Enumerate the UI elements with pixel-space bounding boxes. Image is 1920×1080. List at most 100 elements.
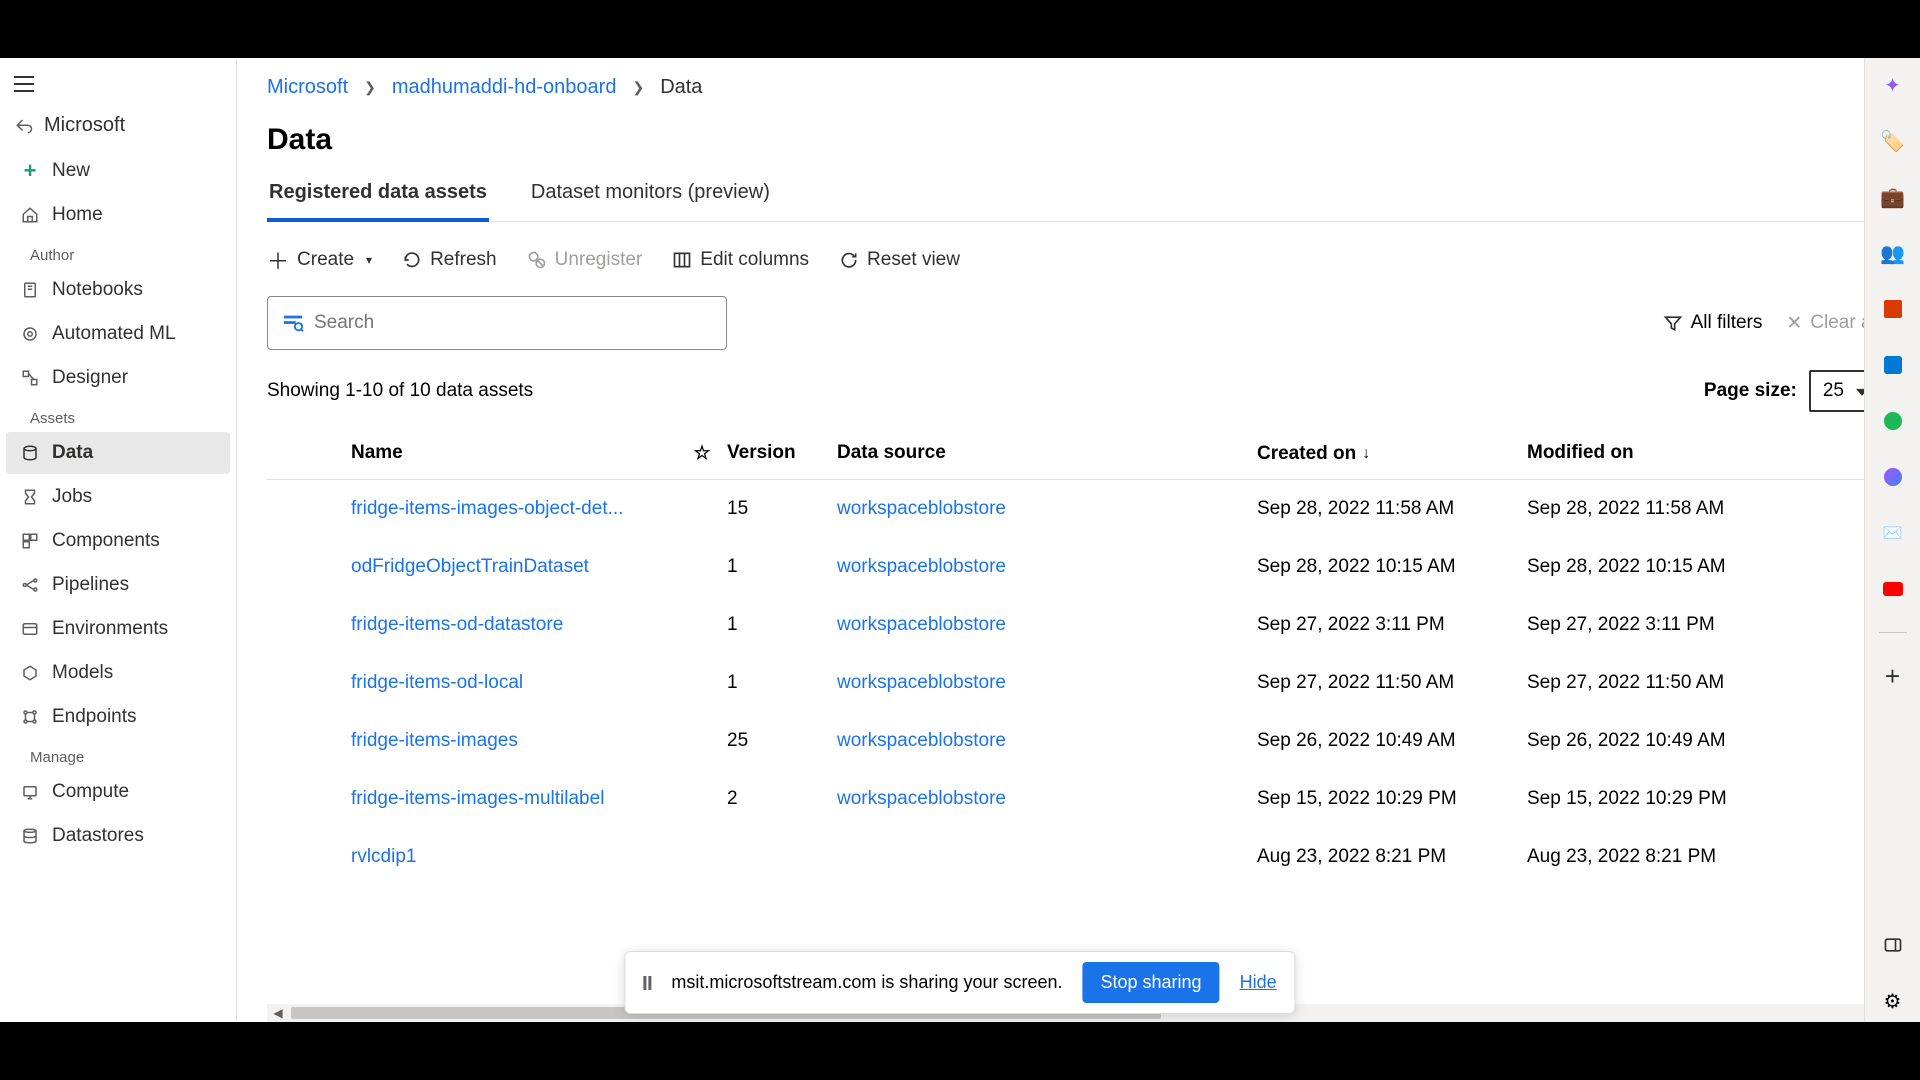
right-rail: ✦ 🏷️ 💼 👥 ✉️ + ⚙ bbox=[1864, 58, 1920, 1022]
row-datasource-link[interactable]: workspaceblobstore bbox=[837, 788, 1006, 809]
row-modified: Sep 15, 2022 10:29 PM bbox=[1527, 788, 1767, 810]
table-row[interactable]: fridge-items-images-multilabel2workspace… bbox=[267, 770, 1880, 828]
sidebar-automl[interactable]: Automated ML bbox=[6, 313, 230, 355]
sidebar-pipelines[interactable]: Pipelines bbox=[6, 564, 230, 606]
row-created: Sep 27, 2022 11:50 AM bbox=[1257, 672, 1527, 694]
sidebar-notebooks[interactable]: Notebooks bbox=[6, 269, 230, 311]
row-created: Sep 28, 2022 10:15 AM bbox=[1257, 556, 1527, 578]
sidebar-endpoints[interactable]: Endpoints bbox=[6, 696, 230, 738]
col-created[interactable]: Created on↓ bbox=[1257, 442, 1527, 465]
sidebar-data[interactable]: Data bbox=[6, 432, 230, 474]
row-created: Sep 28, 2022 11:58 AM bbox=[1257, 498, 1527, 520]
table-row[interactable]: fridge-items-images25workspaceblobstoreS… bbox=[267, 712, 1880, 770]
back-workspace[interactable]: Microsoft bbox=[0, 102, 236, 149]
col-data-source[interactable]: Data source bbox=[837, 442, 1257, 465]
settings-icon[interactable]: ⚙ bbox=[1880, 988, 1906, 1014]
refresh-button[interactable]: Refresh bbox=[402, 249, 497, 271]
row-name-link[interactable]: rvlcdip1 bbox=[307, 846, 677, 868]
col-favorite[interactable]: ☆ bbox=[677, 442, 727, 465]
row-version: 1 bbox=[727, 556, 837, 578]
row-name-link[interactable]: fridge-items-images-multilabel bbox=[307, 788, 677, 810]
pause-icon bbox=[643, 976, 651, 990]
row-name-link[interactable]: fridge-items-od-datastore bbox=[307, 614, 677, 636]
main-content: Microsoft ❯ madhumaddi-hd-onboard ❯ Data… bbox=[237, 58, 1920, 1022]
row-name-link[interactable]: fridge-items-od-local bbox=[307, 672, 677, 694]
row-name-link[interactable]: fridge-items-images bbox=[307, 730, 677, 752]
back-arrow-icon bbox=[14, 116, 34, 136]
reset-icon bbox=[839, 250, 859, 270]
table-row[interactable]: fridge-items-od-local1workspaceblobstore… bbox=[267, 654, 1880, 712]
sidebar-home[interactable]: Home bbox=[6, 194, 230, 236]
add-app-icon[interactable]: + bbox=[1880, 663, 1906, 689]
stop-sharing-button[interactable]: Stop sharing bbox=[1083, 962, 1220, 1003]
panel-toggle-icon[interactable] bbox=[1880, 932, 1906, 958]
row-modified: Sep 28, 2022 11:58 AM bbox=[1527, 498, 1767, 520]
compute-icon bbox=[20, 782, 40, 802]
scroll-left-icon[interactable]: ◀ bbox=[269, 1004, 287, 1022]
copilot-icon[interactable]: ✦ bbox=[1880, 72, 1906, 98]
hide-share-button[interactable]: Hide bbox=[1240, 972, 1277, 993]
chevron-down-icon: ▾ bbox=[366, 253, 372, 267]
col-modified[interactable]: Modified on bbox=[1527, 442, 1767, 465]
table-row[interactable]: rvlcdip1Aug 23, 2022 8:21 PMAug 23, 2022… bbox=[267, 828, 1880, 886]
sidebar-environments[interactable]: Environments bbox=[6, 608, 230, 650]
row-created: Sep 27, 2022 3:11 PM bbox=[1257, 614, 1527, 636]
data-table: Name ☆ Version Data source Created on↓ M… bbox=[267, 428, 1880, 1022]
hamburger-menu[interactable] bbox=[14, 76, 34, 92]
briefcase-icon[interactable]: 💼 bbox=[1880, 184, 1906, 210]
search-box[interactable] bbox=[267, 296, 727, 350]
table-row[interactable]: odFridgeObjectTrainDataset 1workspaceblob… bbox=[267, 538, 1880, 596]
tag-icon[interactable]: 🏷️ bbox=[1880, 128, 1906, 154]
components-icon bbox=[20, 531, 40, 551]
pipelines-icon bbox=[20, 575, 40, 595]
sidebar-models[interactable]: Models bbox=[6, 652, 230, 694]
sidebar-new-label: New bbox=[52, 160, 90, 182]
table-row[interactable]: fridge-items-od-datastore 1workspaceblobs… bbox=[267, 596, 1880, 654]
row-datasource-link[interactable]: workspaceblobstore bbox=[837, 730, 1006, 751]
row-version: 1 bbox=[727, 614, 837, 636]
sort-desc-icon: ↓ bbox=[1362, 445, 1370, 463]
row-created: Aug 23, 2022 8:21 PM bbox=[1257, 846, 1527, 868]
row-name-link[interactable]: odFridgeObjectTrainDataset bbox=[307, 556, 677, 578]
breadcrumb-workspace[interactable]: madhumaddi-hd-onboard bbox=[392, 76, 617, 99]
table-row[interactable]: fridge-items-images-object-det...15works… bbox=[267, 480, 1880, 538]
youtube-icon[interactable] bbox=[1880, 576, 1906, 602]
all-filters-button[interactable]: All filters bbox=[1663, 312, 1763, 334]
sidebar-designer[interactable]: Designer bbox=[6, 357, 230, 399]
reset-view-button[interactable]: Reset view bbox=[839, 249, 960, 271]
col-version[interactable]: Version bbox=[727, 442, 837, 465]
gmail-icon[interactable]: ✉️ bbox=[1880, 520, 1906, 546]
spotify-icon[interactable] bbox=[1880, 408, 1906, 434]
share-text: msit.microsoftstream.com is sharing your… bbox=[671, 972, 1062, 993]
people-icon[interactable]: 👥 bbox=[1880, 240, 1906, 266]
edit-columns-button[interactable]: Edit columns bbox=[672, 249, 809, 271]
sidebar-new[interactable]: + New bbox=[6, 150, 230, 192]
breadcrumb-root[interactable]: Microsoft bbox=[267, 76, 348, 99]
row-name-link[interactable]: fridge-items-images-object-det... bbox=[307, 498, 677, 520]
outlook-icon[interactable] bbox=[1880, 352, 1906, 378]
screen-share-bar: msit.microsoftstream.com is sharing your… bbox=[624, 951, 1295, 1014]
search-input[interactable] bbox=[314, 312, 712, 334]
refresh-icon bbox=[402, 250, 422, 270]
row-datasource-link[interactable]: workspaceblobstore bbox=[837, 614, 1006, 635]
sidebar-components[interactable]: Components bbox=[6, 520, 230, 562]
close-icon: ✕ bbox=[1786, 312, 1802, 335]
col-name[interactable]: Name bbox=[307, 442, 677, 465]
row-datasource-link[interactable]: workspaceblobstore bbox=[837, 672, 1006, 693]
create-button[interactable]: ＋ Create ▾ bbox=[267, 244, 372, 276]
row-datasource-link[interactable]: workspaceblobstore bbox=[837, 498, 1006, 519]
notebook-icon bbox=[20, 280, 40, 300]
sidebar-datastores[interactable]: Datastores bbox=[6, 815, 230, 857]
tab-registered-data-assets[interactable]: Registered data assets bbox=[267, 171, 489, 222]
messenger-icon[interactable] bbox=[1880, 464, 1906, 490]
filter-icon bbox=[1663, 313, 1683, 333]
row-datasource-link[interactable]: workspaceblobstore bbox=[837, 556, 1006, 577]
table-header-row: Name ☆ Version Data source Created on↓ M… bbox=[267, 428, 1880, 480]
breadcrumb: Microsoft ❯ madhumaddi-hd-onboard ❯ Data bbox=[267, 70, 1880, 105]
office-icon[interactable] bbox=[1880, 296, 1906, 322]
tab-dataset-monitors[interactable]: Dataset monitors (preview) bbox=[529, 171, 772, 221]
page-size-label: Page size: bbox=[1704, 380, 1797, 402]
data-icon bbox=[20, 443, 40, 463]
sidebar-compute[interactable]: Compute bbox=[6, 771, 230, 813]
sidebar-jobs[interactable]: Jobs bbox=[6, 476, 230, 518]
